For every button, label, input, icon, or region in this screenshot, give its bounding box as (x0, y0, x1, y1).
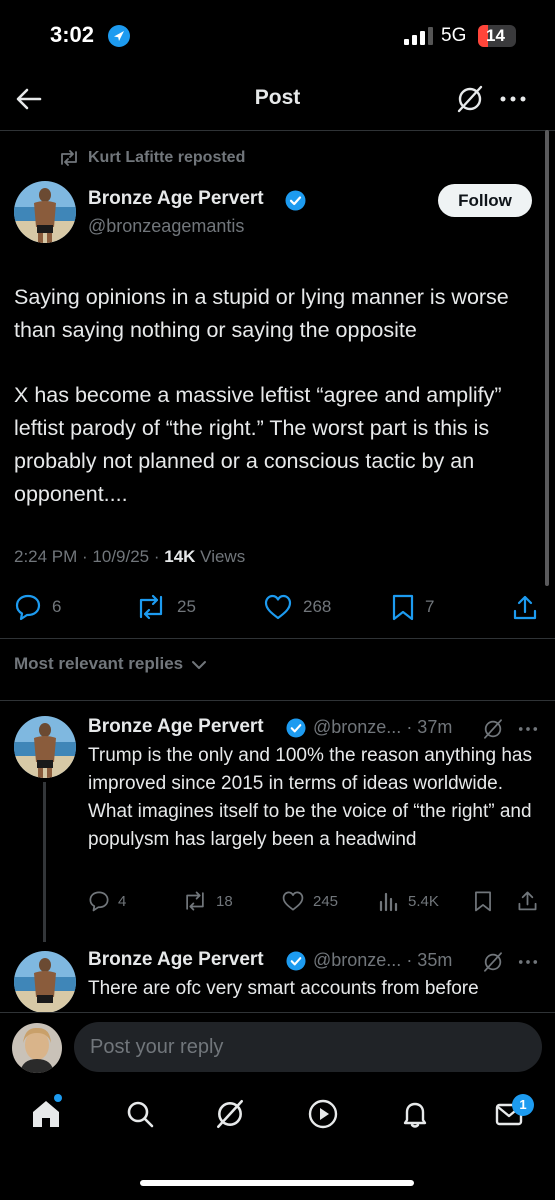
heart-icon (264, 594, 292, 620)
verified-badge-icon (286, 951, 306, 971)
network-label: 5G (441, 25, 467, 46)
post-meta: 2:24 PM · 10/9/25 · 14K Views (14, 547, 245, 567)
reply-like-action[interactable]: 245 (281, 890, 338, 912)
post-views-label: Views (195, 547, 246, 566)
tab-grok[interactable] (214, 1098, 246, 1130)
reply-like-count: 245 (313, 892, 339, 910)
chevron-down-icon (191, 660, 206, 669)
reply-sort-label: Most relevant replies (14, 654, 184, 673)
share-icon[interactable] (517, 889, 538, 912)
share-icon[interactable] (512, 593, 538, 621)
reply-handle-time[interactable]: @bronze... · 37m (313, 717, 452, 738)
more-icon[interactable] (517, 954, 539, 970)
tab-notifications[interactable] (399, 1098, 431, 1130)
grok-icon[interactable] (482, 718, 504, 740)
like-action[interactable]: 268 (263, 593, 331, 621)
repost-indicator-icon (58, 150, 80, 166)
actions-divider (0, 638, 555, 639)
reply-text: There are ofc very smart accounts from b… (88, 978, 479, 999)
more-icon[interactable] (517, 721, 539, 737)
heart-icon (282, 891, 304, 911)
reply-repost-action[interactable]: 18 (182, 890, 233, 912)
home-icon (33, 1101, 59, 1127)
reply-reply-action[interactable]: 4 (88, 890, 126, 912)
tab-home[interactable] (30, 1098, 62, 1130)
messages-badge: 1 (512, 1094, 534, 1116)
reply-reply-count: 4 (118, 892, 127, 910)
tab-video[interactable] (307, 1098, 339, 1130)
post-text-paragraph-2: X has become a massive leftist “agree an… (14, 383, 502, 506)
current-user-avatar[interactable] (12, 1023, 62, 1073)
bookmark-action[interactable]: 7 (391, 593, 434, 621)
reply-repost-count: 18 (216, 892, 233, 910)
header-divider (0, 130, 555, 131)
play-icon (308, 1099, 338, 1129)
reply-views-count: 5.4K (408, 892, 439, 910)
reply-input[interactable]: Post your reply (74, 1022, 542, 1072)
like-count: 268 (303, 597, 332, 616)
thread-line (43, 782, 46, 942)
repost-action[interactable]: 25 (135, 593, 196, 621)
grok-icon[interactable] (482, 951, 504, 973)
post-views-count: 14K (164, 547, 196, 566)
battery-percent: 14 (486, 26, 505, 45)
repost-icon (139, 594, 163, 620)
repost-icon (186, 891, 204, 911)
grok-icon[interactable] (455, 84, 485, 114)
reply-author-name[interactable]: Bronze Age Pervert (88, 716, 264, 738)
verified-badge-icon (285, 190, 306, 211)
reply-handle-time[interactable]: @bronze... · 35m (313, 950, 452, 971)
tab-search[interactable] (124, 1098, 156, 1130)
reply-icon (15, 594, 41, 621)
bell-icon (403, 1102, 427, 1128)
location-icon (108, 25, 130, 47)
more-icon[interactable] (498, 88, 528, 110)
follow-button[interactable]: Follow (438, 184, 532, 217)
reply-icon (89, 891, 109, 912)
reply-author-name[interactable]: Bronze Age Pervert (88, 949, 264, 971)
home-indicator[interactable] (140, 1180, 414, 1186)
signal-icon (404, 27, 434, 45)
post-timestamp: 2:24 PM · 10/9/25 · (14, 547, 165, 566)
reply-count: 6 (52, 597, 62, 616)
home-notification-dot (54, 1094, 62, 1102)
search-icon (127, 1101, 154, 1128)
bookmark-count: 7 (425, 597, 435, 616)
views-icon (379, 892, 398, 912)
repost-label: Kurt Lafitte reposted (88, 149, 246, 166)
reply-text: Trump is the only and 100% the reason an… (88, 745, 532, 850)
reply-sort-dropdown[interactable]: Most relevant replies (14, 654, 208, 674)
verified-badge-icon (286, 718, 306, 738)
author-name[interactable]: Bronze Age Pervert (88, 188, 264, 210)
reply-avatar[interactable] (14, 951, 76, 1013)
author-avatar[interactable] (14, 181, 76, 243)
sort-divider (0, 700, 555, 701)
bookmark-icon[interactable] (473, 890, 493, 912)
reply-views-action[interactable]: 5.4K (378, 890, 439, 912)
status-time: 3:02 (50, 22, 95, 47)
bookmark-icon (392, 594, 414, 621)
repost-count: 25 (177, 597, 196, 616)
post-text-paragraph-1: Saying opinions in a stupid or lying man… (14, 285, 509, 342)
reply-avatar[interactable] (14, 716, 76, 778)
author-handle[interactable]: @bronzeagemantis (88, 216, 244, 237)
scrollbar[interactable] (545, 130, 549, 586)
reply-action[interactable]: 6 (14, 593, 61, 621)
grok-icon (216, 1099, 244, 1129)
